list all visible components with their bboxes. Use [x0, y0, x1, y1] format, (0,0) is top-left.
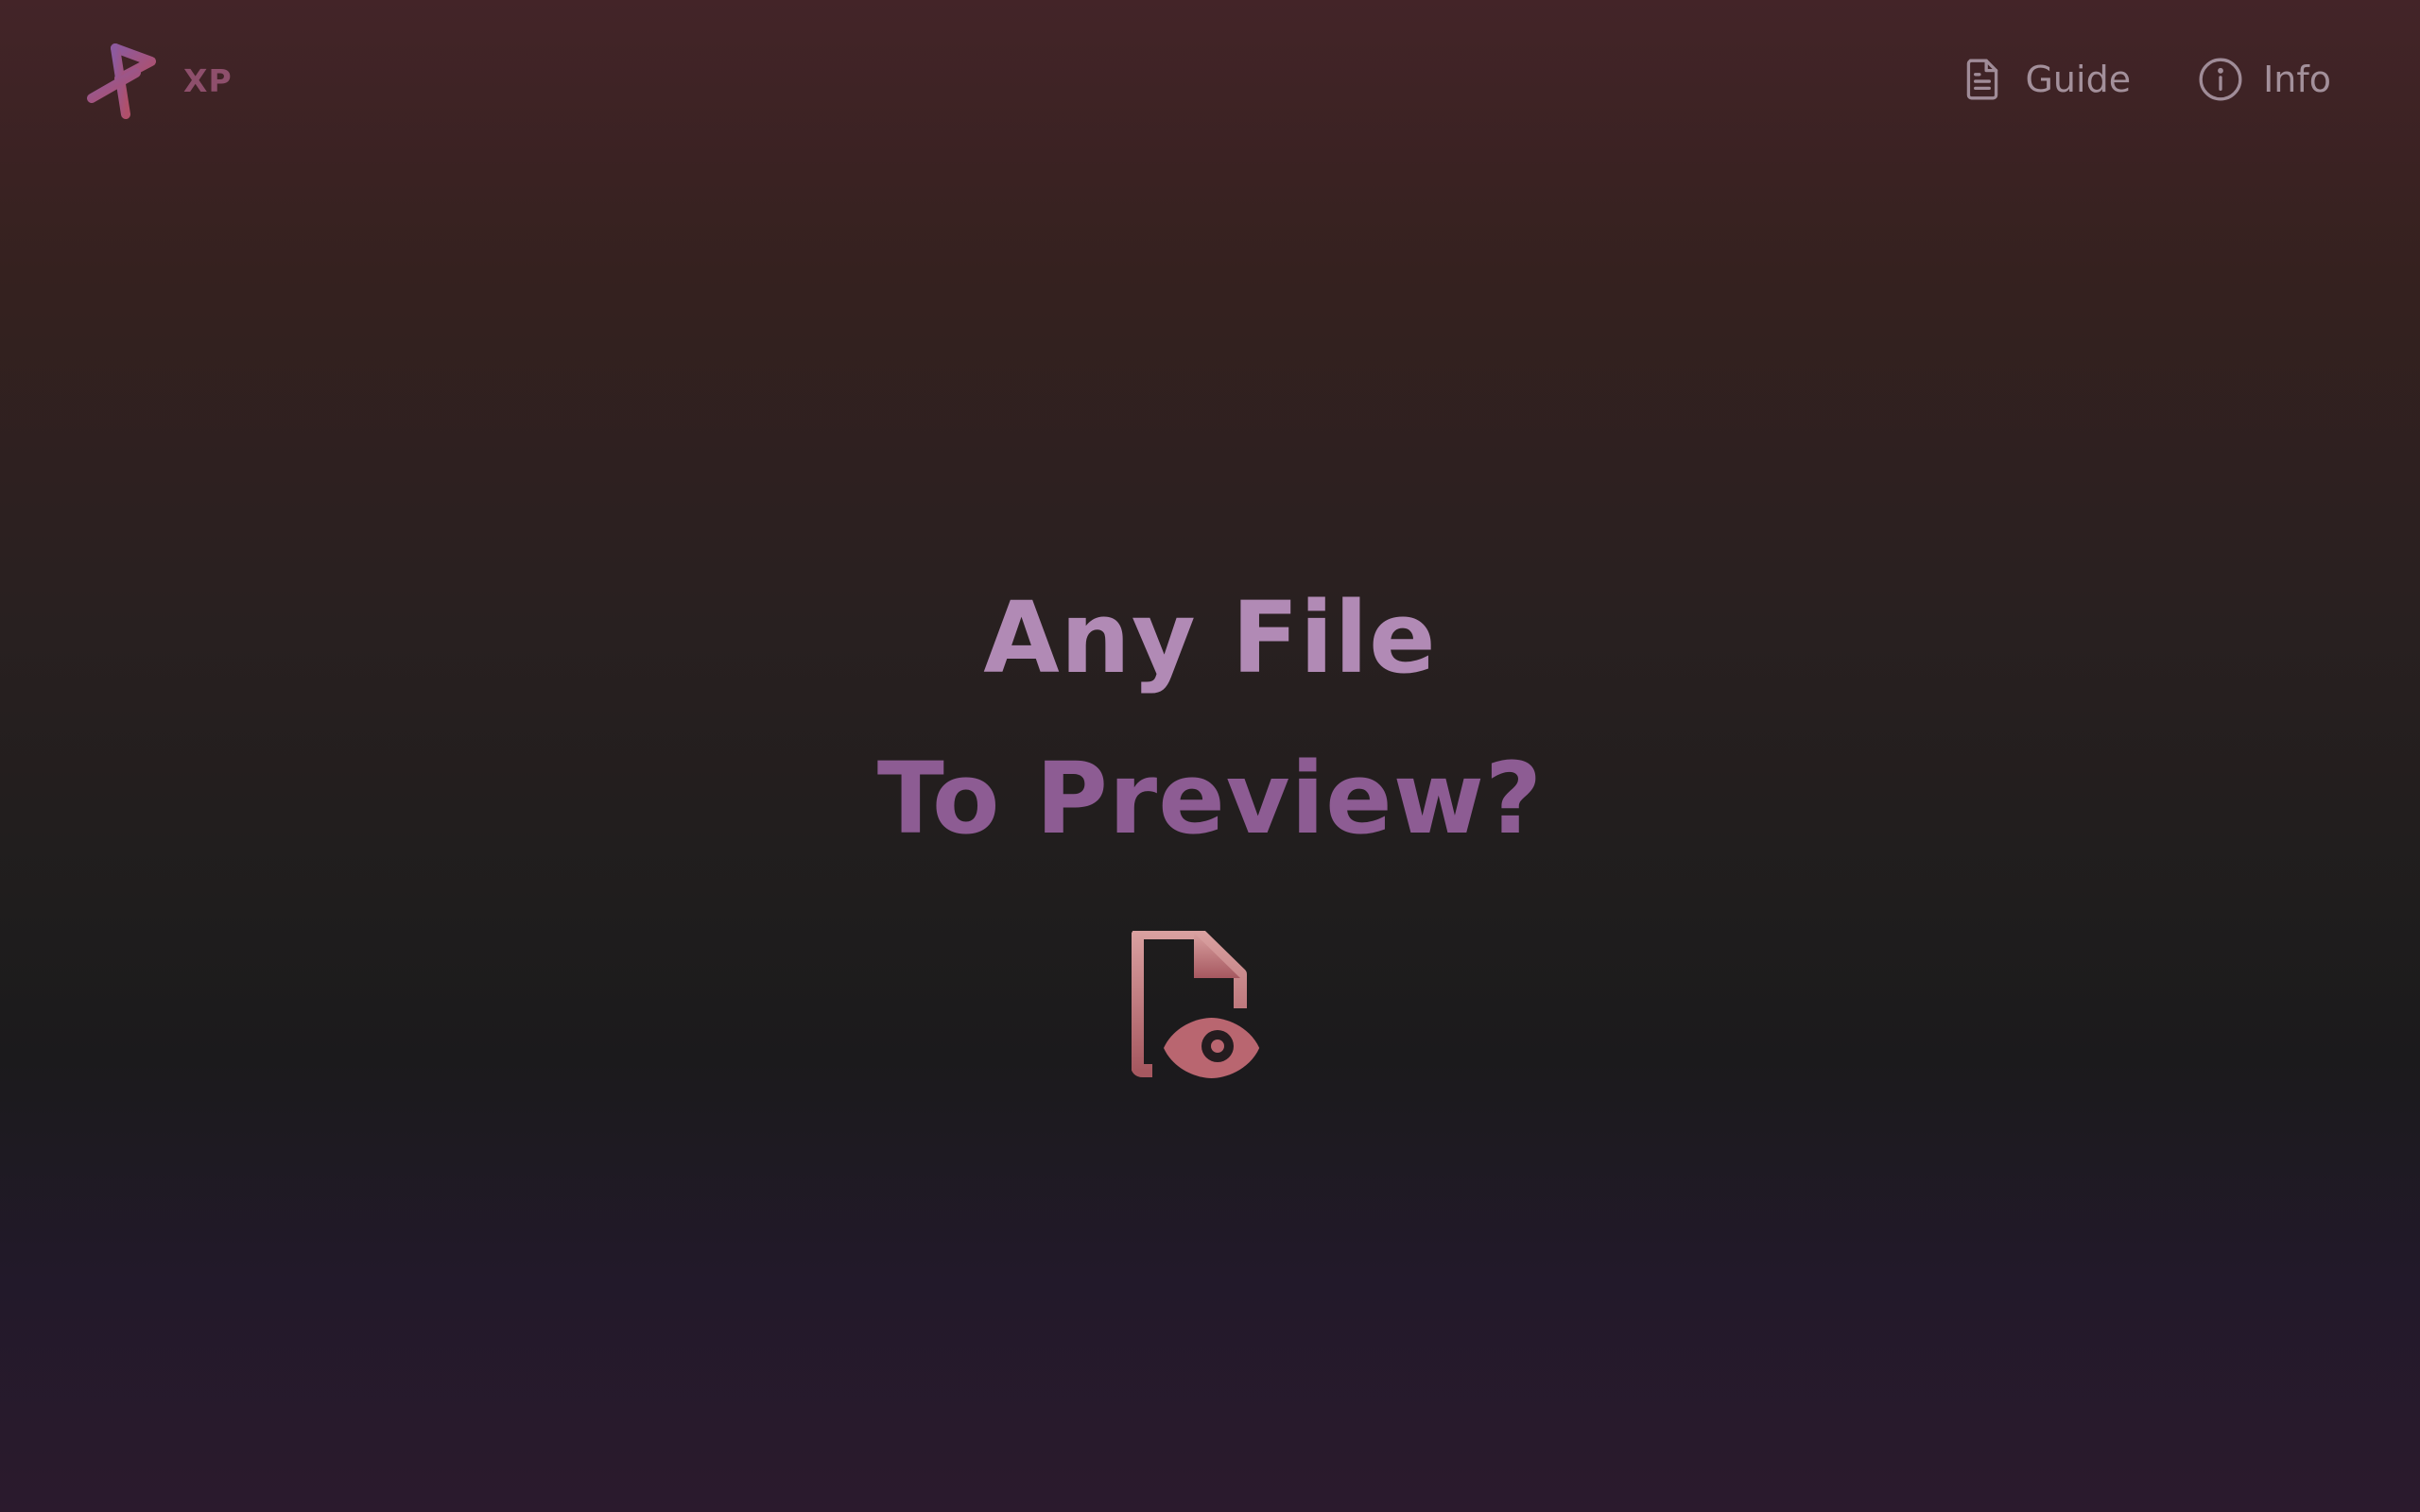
nav-guide-label: Guide — [2025, 59, 2132, 100]
top-bar: XP Guide Info — [0, 0, 2420, 161]
file-preview-drop-target[interactable] — [1132, 931, 1273, 1082]
hero-title-line2: To Preview? — [876, 741, 1544, 856]
document-icon — [1967, 59, 1998, 100]
info-icon — [2199, 58, 2242, 101]
nav-guide-link[interactable]: Guide — [1959, 56, 2131, 103]
hero: Any File To Preview? — [0, 558, 2420, 879]
file-preview-icon — [1132, 931, 1260, 1078]
brand[interactable]: XP — [83, 38, 233, 123]
top-nav: Guide Info — [1959, 49, 2331, 110]
nav-info-label: Info — [2263, 59, 2331, 100]
hero-title-line1: Any File — [983, 580, 1437, 696]
xp-logo-icon — [87, 43, 156, 119]
nav-info-link[interactable]: Info — [2197, 56, 2331, 103]
brand-name: XP — [183, 61, 233, 99]
